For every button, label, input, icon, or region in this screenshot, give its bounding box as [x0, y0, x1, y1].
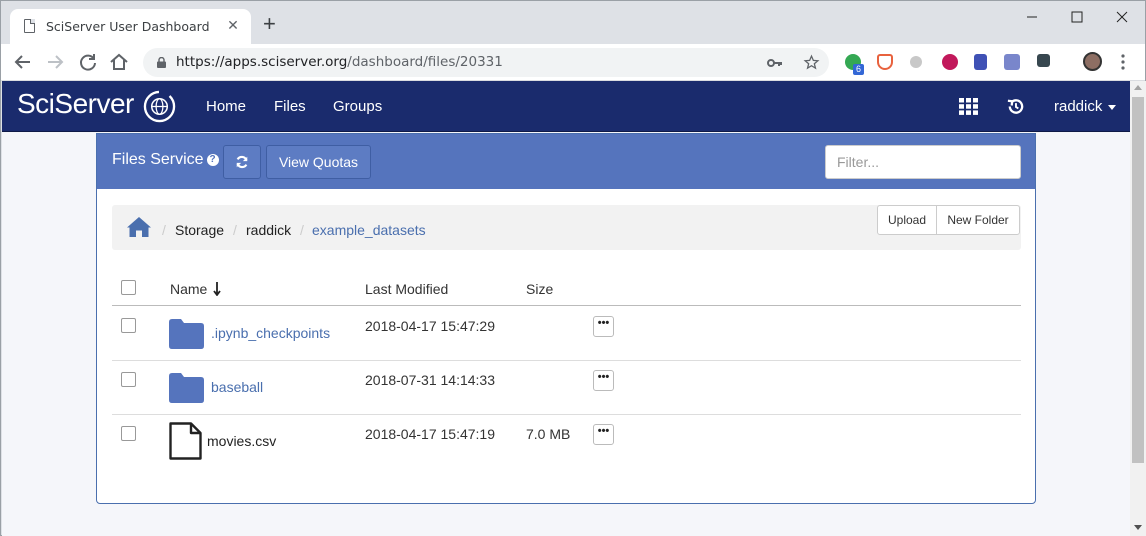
caret-down-icon	[1108, 104, 1117, 110]
row-checkbox[interactable]	[121, 372, 136, 387]
size-cell: 7.0 MB	[526, 426, 571, 442]
files-panel: Files Service? View Quotas Filter... / S…	[96, 133, 1036, 504]
browser-tab[interactable]: SciServer User Dashboard ✕	[10, 9, 251, 44]
brand-logo-text[interactable]: SciServer	[17, 88, 134, 120]
page-viewport: SciServer Home Files Groups raddick File…	[2, 81, 1130, 536]
scroll-up-icon[interactable]	[1134, 85, 1142, 90]
user-menu[interactable]: raddick	[1054, 98, 1117, 115]
extension-red-icon[interactable]	[942, 54, 958, 70]
folder-icon	[169, 373, 204, 403]
bookmark-extension-icon[interactable]	[974, 54, 987, 70]
back-icon[interactable]	[11, 50, 35, 74]
nav-home[interactable]: Home	[206, 98, 246, 115]
browser-toolbar: https://apps.sciserver.org/dashboard/fil…	[1, 44, 1145, 81]
shield-icon[interactable]	[877, 54, 893, 70]
user-name: raddick	[1054, 98, 1103, 115]
breadcrumb-separator: /	[162, 222, 166, 238]
panel-title: Files Service?	[112, 151, 219, 169]
breadcrumb-separator: /	[233, 222, 237, 238]
globe-logo-icon	[143, 90, 176, 123]
breadcrumb-separator: /	[300, 222, 304, 238]
size-column-header[interactable]: Size	[526, 281, 553, 297]
filter-input[interactable]: Filter...	[825, 145, 1021, 179]
row-actions-button[interactable]: •••	[593, 316, 614, 337]
app-navbar: SciServer Home Files Groups raddick	[2, 81, 1130, 132]
apps-grid-icon[interactable]	[959, 98, 978, 115]
page-icon	[24, 19, 35, 33]
arrow-down-icon	[213, 282, 221, 297]
nav-groups[interactable]: Groups	[333, 98, 382, 115]
file-icon	[169, 422, 202, 460]
modified-cell: 2018-07-31 14:14:33	[365, 372, 495, 388]
tab-strip: SciServer User Dashboard ✕ +	[1, 1, 1145, 44]
row-checkbox[interactable]	[121, 426, 136, 441]
profile-avatar[interactable]	[1083, 52, 1102, 71]
row-checkbox[interactable]	[121, 318, 136, 333]
row-actions-button[interactable]: •••	[593, 424, 614, 445]
breadcrumb: / Storage / raddick / example_datasets U…	[112, 205, 1021, 250]
scroll-thumb[interactable]	[1132, 97, 1144, 463]
refresh-button[interactable]	[223, 145, 261, 179]
tab-close-icon[interactable]: ✕	[225, 17, 241, 33]
forward-icon[interactable]	[43, 50, 67, 74]
key-icon[interactable]	[767, 56, 783, 70]
new-folder-button[interactable]: New Folder	[936, 205, 1020, 235]
file-name-link[interactable]: movies.csv	[207, 433, 276, 449]
close-icon[interactable]	[1112, 7, 1132, 27]
lock-icon	[157, 57, 166, 68]
upload-button[interactable]: Upload	[877, 205, 937, 235]
home-button-icon[interactable]	[107, 50, 131, 74]
browser-window: SciServer User Dashboard ✕ + https://app…	[0, 0, 1146, 536]
file-name-link[interactable]: .ipynb_checkpoints	[211, 325, 330, 341]
page-scrollbar[interactable]	[1130, 81, 1146, 536]
row-actions-button[interactable]: •••	[593, 370, 614, 391]
extension-dark-icon[interactable]	[1037, 54, 1050, 67]
home-icon[interactable]	[126, 216, 152, 238]
tab-title: SciServer User Dashboard	[46, 19, 210, 34]
panel-header: Files Service? View Quotas Filter...	[97, 134, 1035, 189]
address-bar[interactable]: https://apps.sciserver.org/dashboard/fil…	[143, 48, 829, 77]
new-tab-button[interactable]: +	[263, 13, 276, 35]
view-quotas-button[interactable]: View Quotas	[266, 145, 371, 179]
modified-cell: 2018-04-17 15:47:29	[365, 318, 495, 334]
modified-cell: 2018-04-17 15:47:19	[365, 426, 495, 442]
breadcrumb-example-datasets: example_datasets	[312, 222, 426, 238]
modified-column-header[interactable]: Last Modified	[365, 281, 448, 297]
help-icon[interactable]: ?	[206, 153, 219, 166]
breadcrumb-storage[interactable]: Storage	[175, 222, 224, 238]
browser-menu-icon[interactable]	[1119, 53, 1127, 71]
select-all-checkbox[interactable]	[121, 280, 136, 295]
maximize-icon[interactable]	[1067, 7, 1087, 27]
row-divider	[112, 414, 1021, 415]
reload-icon[interactable]	[76, 50, 100, 74]
bookmark-star-icon[interactable]	[803, 54, 820, 71]
header-divider	[112, 305, 1021, 306]
minimize-icon[interactable]	[1022, 7, 1042, 27]
name-column-header[interactable]: Name	[170, 281, 221, 297]
history-icon[interactable]	[1006, 97, 1025, 116]
url-text: https://apps.sciserver.org/dashboard/fil…	[176, 54, 503, 70]
nav-files[interactable]: Files	[274, 98, 306, 115]
extension-gray-icon[interactable]	[910, 56, 922, 68]
extension-badge: 6	[853, 64, 865, 75]
breadcrumb-raddick[interactable]: raddick	[246, 222, 291, 238]
folder-icon	[169, 319, 204, 349]
file-name-link[interactable]: baseball	[211, 379, 263, 395]
refresh-icon	[236, 155, 248, 169]
scroll-down-icon[interactable]	[1134, 525, 1142, 530]
row-divider	[112, 360, 1021, 361]
extension-tool-icon[interactable]	[1004, 54, 1020, 70]
